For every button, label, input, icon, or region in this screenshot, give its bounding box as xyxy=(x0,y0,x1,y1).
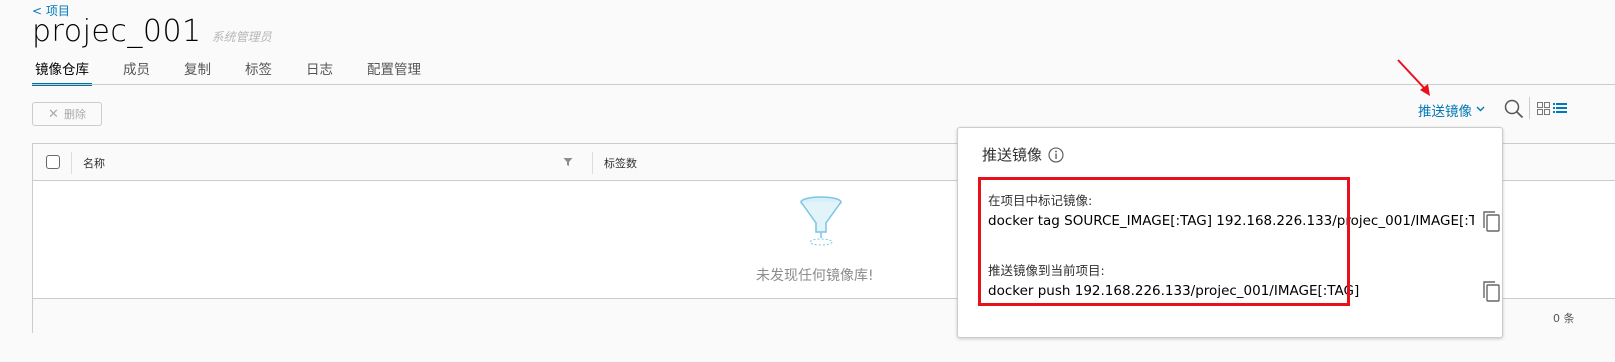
tab-configuration[interactable]: 配置管理 xyxy=(364,58,424,86)
popover-title-text: 推送镜像 xyxy=(982,146,1043,164)
page-header: projec_001 系统管理员 xyxy=(32,14,272,49)
info-icon[interactable] xyxy=(1048,146,1064,163)
push-command-label: 推送镜像到当前项目: xyxy=(988,263,1105,278)
popover-title: 推送镜像 xyxy=(982,144,1064,165)
tag-command-label: 在项目中标记镜像: xyxy=(988,193,1093,208)
column-separator xyxy=(592,152,593,174)
search-icon[interactable] xyxy=(1504,99,1524,119)
item-count: 0 条 xyxy=(1553,312,1575,325)
select-all-checkbox[interactable] xyxy=(46,155,60,169)
tab-logs[interactable]: 日志 xyxy=(303,58,336,86)
delete-button[interactable]: ✕ 删除 xyxy=(32,102,102,126)
page-title: projec_001 xyxy=(32,14,202,49)
chevron-down-icon xyxy=(1476,105,1485,115)
annotation-arrow-icon xyxy=(1397,59,1430,96)
project-tabs: 镜像仓库 成员 复制 标签 日志 配置管理 xyxy=(32,58,452,86)
list-view-icon[interactable] xyxy=(1553,102,1567,115)
copy-icon[interactable] xyxy=(1481,280,1503,304)
tag-command-text[interactable]: docker tag SOURCE_IMAGE[:TAG] 192.168.22… xyxy=(988,213,1474,229)
role-label: 系统管理员 xyxy=(211,30,272,44)
push-image-popover: 推送镜像 在项目中标记镜像: docker tag SOURCE_IMAGE[:… xyxy=(957,127,1503,338)
tab-replication[interactable]: 复制 xyxy=(181,58,214,86)
tabs-divider xyxy=(32,84,1615,85)
toolbar-divider xyxy=(1529,97,1530,119)
tab-members[interactable]: 成员 xyxy=(120,58,153,86)
push-image-label: 推送镜像 xyxy=(1418,104,1472,120)
empty-state-text: 未发现任何镜像库! xyxy=(756,268,874,284)
filter-icon[interactable] xyxy=(563,157,573,167)
column-header-name[interactable]: 名称 xyxy=(83,155,105,171)
column-separator xyxy=(71,152,72,174)
copy-icon[interactable] xyxy=(1481,210,1503,234)
close-icon: ✕ xyxy=(48,106,59,122)
push-command-text[interactable]: docker push 192.168.226.133/projec_001/I… xyxy=(988,283,1474,299)
column-header-tag-count[interactable]: 标签数 xyxy=(604,155,637,171)
card-view-icon[interactable] xyxy=(1537,102,1550,115)
delete-button-label: 删除 xyxy=(63,108,86,121)
funnel-icon xyxy=(800,196,842,246)
tab-labels[interactable]: 标签 xyxy=(242,58,275,86)
push-image-button[interactable]: 推送镜像 xyxy=(1418,100,1485,120)
tab-repositories[interactable]: 镜像仓库 xyxy=(32,58,92,86)
